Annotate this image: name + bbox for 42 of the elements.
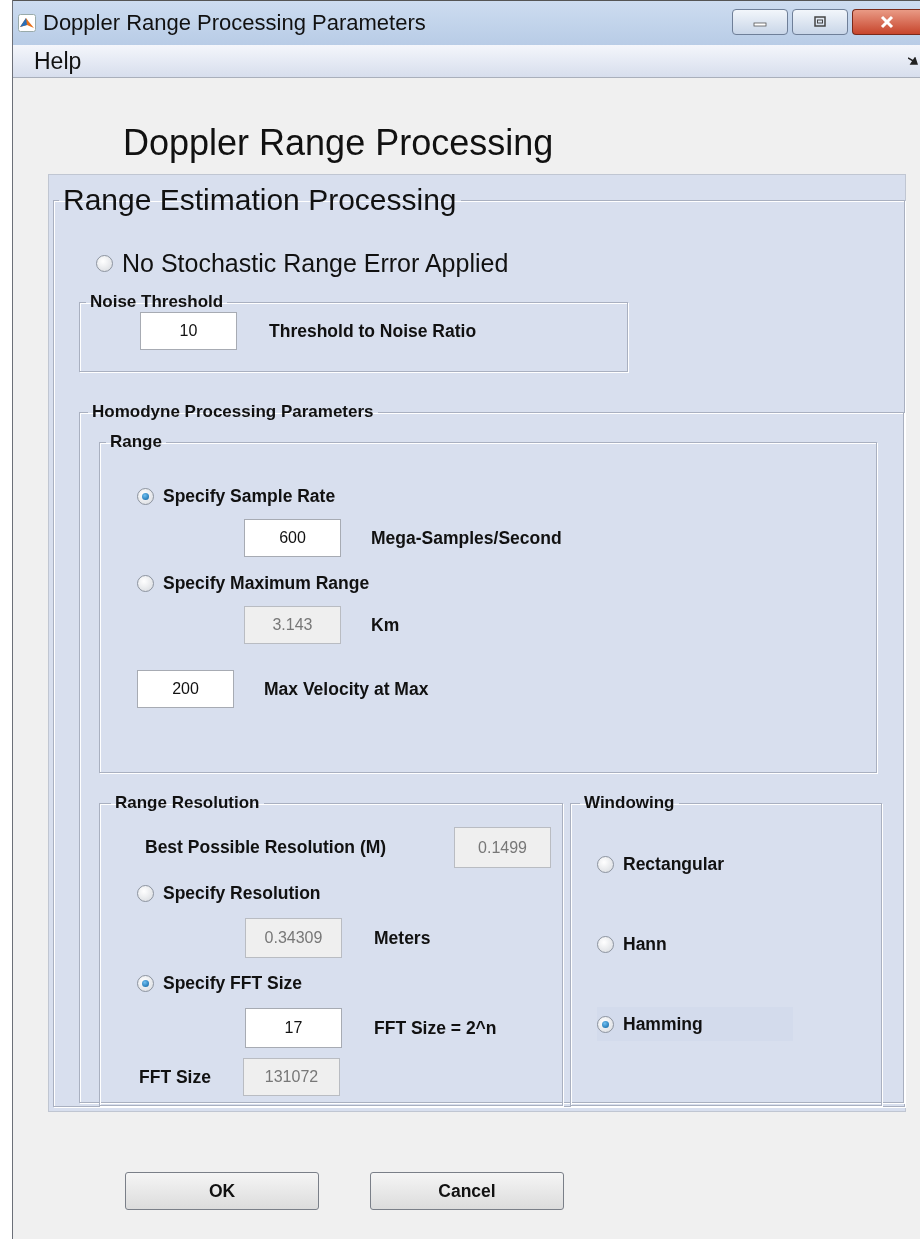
radio-icon[interactable] <box>137 975 154 992</box>
text-field[interactable]: 10 <box>140 312 237 350</box>
group-title: Range Resolution <box>114 793 261 813</box>
unit-label: FFT Size = 2^n <box>374 1017 497 1039</box>
radio-button[interactable]: Hamming <box>597 1007 793 1041</box>
field-label: Max Velocity at Max <box>264 678 429 700</box>
radio-button[interactable]: No Stochastic Range Error Applied <box>96 249 509 278</box>
window-title: Doppler Range Processing Parameters <box>43 10 426 36</box>
minimize-button[interactable] <box>732 9 788 35</box>
dialog-heading: Doppler Range Processing <box>123 122 555 165</box>
close-button[interactable] <box>852 9 920 35</box>
group-title: Range Estimation Processing <box>62 183 458 217</box>
group-title: Windowing <box>583 793 676 813</box>
restore-button[interactable] <box>792 9 848 35</box>
radio-icon[interactable] <box>597 855 614 873</box>
radio-icon[interactable] <box>96 255 113 272</box>
radio-button[interactable]: Specify FFT Size <box>137 973 303 994</box>
close-icon <box>878 15 895 29</box>
group-title: Range <box>109 432 163 452</box>
group-title: Noise Threshold <box>89 292 225 312</box>
text-field[interactable]: 600 <box>244 519 341 557</box>
app-icon <box>18 14 36 32</box>
dock-arrow-icon[interactable] <box>908 57 918 65</box>
text-field[interactable]: 200 <box>137 670 234 708</box>
unit-label: Meters <box>374 927 431 949</box>
ok-button[interactable]: OK <box>125 1172 319 1210</box>
restore-icon <box>813 16 827 28</box>
menu-item[interactable]: Help <box>34 47 82 75</box>
unit-label: Mega-Samples/Second <box>371 527 562 549</box>
group-title: Homodyne Processing Parameters <box>91 402 375 422</box>
radio-icon[interactable] <box>597 935 614 953</box>
field-label: FFT Size <box>139 1066 212 1088</box>
radio-button[interactable]: Hann <box>597 927 757 961</box>
radio-icon[interactable] <box>597 1015 614 1033</box>
unit-label: Km <box>371 614 400 636</box>
radio-button[interactable]: Specify Sample Rate <box>137 486 336 507</box>
radio-icon[interactable] <box>137 488 154 505</box>
radio-button[interactable]: Rectangular <box>597 847 815 881</box>
cancel-button[interactable]: Cancel <box>370 1172 564 1210</box>
field-label: Best Possible Resolution (M) <box>145 837 388 858</box>
text-field[interactable]: 17 <box>245 1008 342 1048</box>
field-label: Threshold to Noise Ratio <box>269 320 477 342</box>
